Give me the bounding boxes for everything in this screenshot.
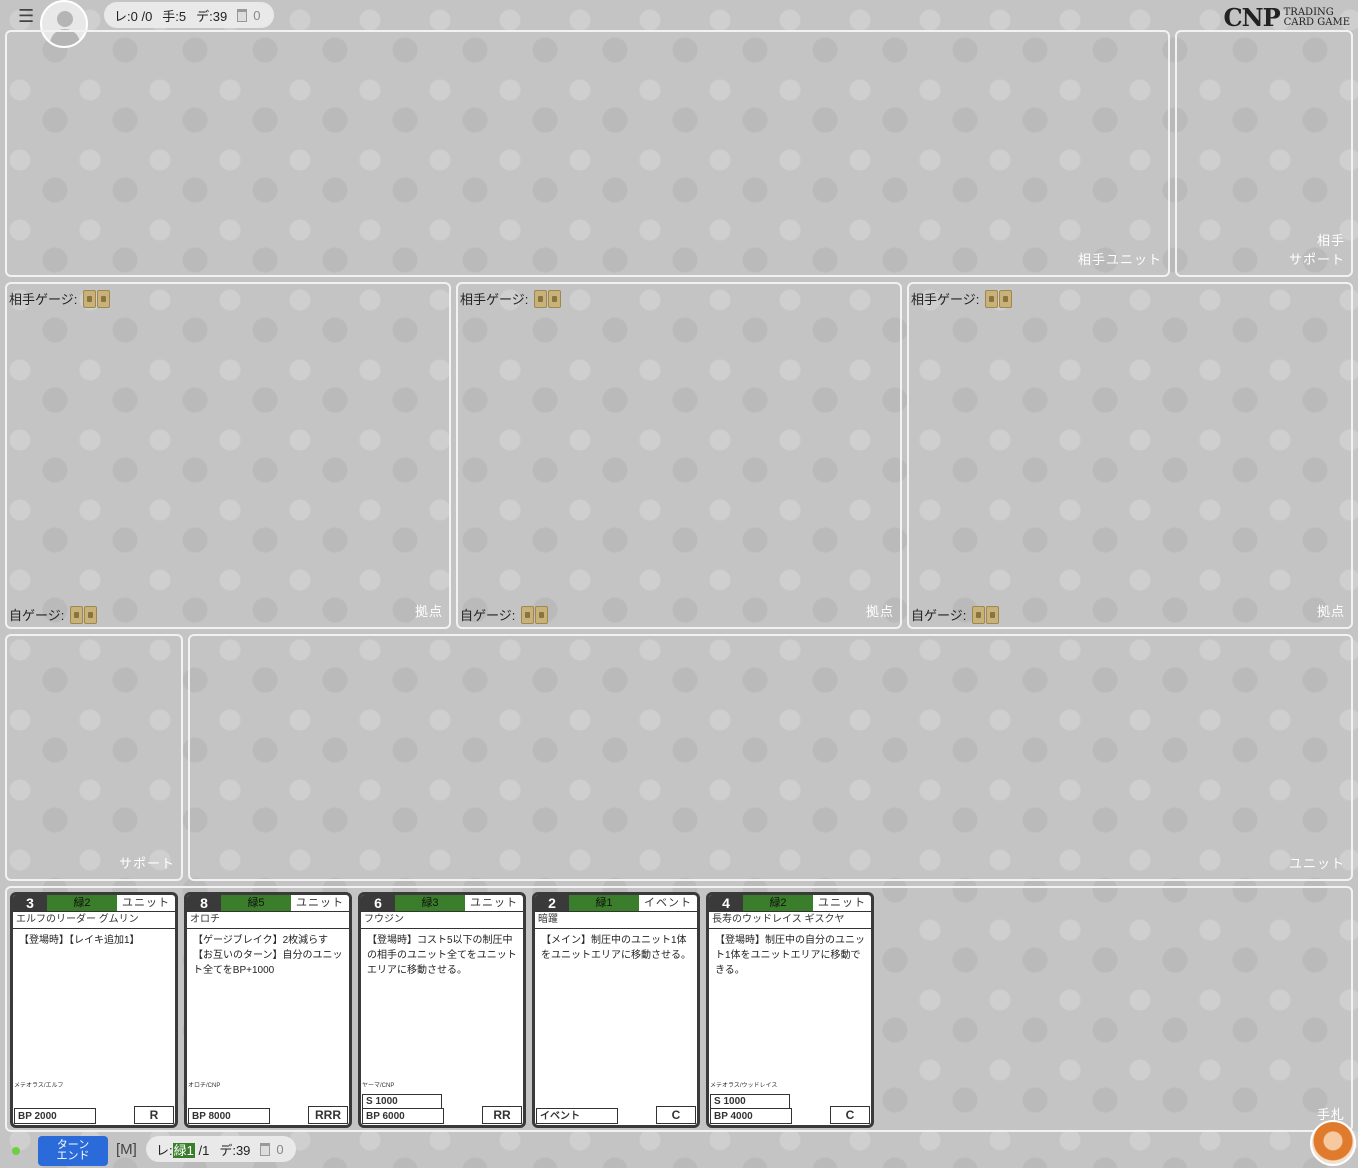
player-status: レ:緑1 /1 デ:39 0 xyxy=(146,1136,296,1162)
card-rarity: RR xyxy=(482,1106,522,1124)
opponent-trash-count: 0 xyxy=(253,7,261,23)
card-type: ユニット xyxy=(470,897,518,909)
gauge-card-icon xyxy=(83,289,97,308)
hand-card[interactable]: 8 緑5 ユニット オロチ 【ゲージブレイク】2枚減らす 【お互いのターン】自分のユ… xyxy=(184,892,352,1128)
gauge-card-icon xyxy=(521,605,535,624)
card-color: 緑2 xyxy=(47,895,117,911)
opponent-support-label: 相手 サポート xyxy=(1288,233,1345,267)
hand-card[interactable]: 4 緑2 ユニット 長寿のウッドレイス ギスクヤ 【登場時】制圧中の自分のユニット1… xyxy=(706,892,874,1128)
player-trash-count: 0 xyxy=(276,1141,284,1157)
card-bp: イベント xyxy=(536,1108,618,1124)
base-label-2: 拠点 xyxy=(865,604,894,619)
opponent-gauge-3: 相手ゲージ: xyxy=(911,289,1013,308)
card-bp: BP 6000 xyxy=(362,1108,444,1124)
connection-indicator xyxy=(12,1147,20,1155)
own-gauge-2: 自ゲージ: xyxy=(460,605,549,624)
hand-card[interactable]: 3 緑2 ユニット エルフのリーダー グムリン 【登場時】【レイキ追加1】 メテオラ… xyxy=(10,892,178,1128)
card-bp: BP 8000 xyxy=(188,1108,270,1124)
card-name: エルフのリーダー グムリン xyxy=(13,912,175,929)
gauge-card-icon xyxy=(97,289,111,308)
opponent-gauge-1: 相手ゲージ: xyxy=(9,289,111,308)
base-label-3: 拠点 xyxy=(1316,604,1345,619)
card-type: ユニット xyxy=(818,897,866,909)
hand-card[interactable]: 6 緑3 ユニット フウジン 【登場時】コスト5以下の制圧中の相手のユニット全てをユ… xyxy=(358,892,526,1128)
card-cost: 3 xyxy=(13,895,47,911)
opponent-level: レ:0 /0 xyxy=(114,8,153,24)
trash-icon xyxy=(237,8,248,22)
gauge-card-icon xyxy=(985,289,999,308)
base-zone-2[interactable]: 相手ゲージ: 自ゲージ: 拠点 xyxy=(456,282,902,629)
base-zone-3[interactable]: 相手ゲージ: 自ゲージ: 拠点 xyxy=(907,282,1353,629)
card-tribe: メテオラス/エルフ xyxy=(14,1083,64,1089)
card-name: 暗躍 xyxy=(535,912,697,929)
opponent-unit-zone[interactable]: 相手ユニット xyxy=(5,30,1170,277)
logo-main: CNP xyxy=(1223,3,1281,32)
card-text: 【登場時】制圧中の自分のユニット1体をユニットエリアに移動できる。 xyxy=(715,935,865,976)
card-name: 長寿のウッドレイス ギスクヤ xyxy=(709,912,871,929)
card-color: 緑1 xyxy=(569,895,639,911)
opponent-support-zone[interactable]: 相手 サポート xyxy=(1175,30,1353,277)
base-label-1: 拠点 xyxy=(414,604,443,619)
card-bp: BP 2000 xyxy=(14,1108,96,1124)
gauge-card-icon xyxy=(84,605,98,624)
card-cost: 6 xyxy=(361,895,395,911)
mode-indicator[interactable]: [M] xyxy=(116,1141,137,1158)
card-name: オロチ xyxy=(187,912,349,929)
card-tribe: メテオラス/ウッドレイス xyxy=(710,1083,778,1089)
card-text: 【ゲージブレイク】2枚減らす 【お互いのターン】自分のユニット全てをBP+100… xyxy=(193,935,343,976)
card-s: S 1000 xyxy=(362,1094,442,1109)
card-name: フウジン xyxy=(361,912,523,929)
opponent-status: レ:0 /0 手:5 デ:39 0 xyxy=(104,2,274,28)
opponent-trash[interactable]: 0 xyxy=(237,8,260,23)
card-tribe: ヤーマ/CNP xyxy=(362,1083,395,1089)
card-rarity: C xyxy=(656,1106,696,1124)
gauge-card-icon xyxy=(972,605,986,624)
opponent-deck-count: デ:39 xyxy=(196,8,228,24)
own-gauge-3: 自ゲージ: xyxy=(911,605,1000,624)
card-s: S 1000 xyxy=(710,1094,790,1109)
menu-icon[interactable]: ☰ xyxy=(18,6,34,27)
card-cost: 4 xyxy=(709,895,743,911)
player-trash[interactable]: 0 xyxy=(260,1141,284,1157)
card-text: 【メイン】制圧中のユニット1体をユニットエリアに移動させる。 xyxy=(541,935,691,961)
turn-end-button[interactable]: ターン エンド xyxy=(38,1136,108,1166)
card-type: イベント xyxy=(644,897,692,909)
support-label: サポート xyxy=(118,856,175,871)
gauge-card-icon xyxy=(548,289,562,308)
card-cost: 2 xyxy=(535,895,569,911)
player-deck-count: デ:39 xyxy=(219,1142,251,1158)
unit-label: ユニット xyxy=(1288,856,1345,871)
card-color: 緑3 xyxy=(395,895,465,911)
card-bp: BP 4000 xyxy=(710,1108,792,1124)
card-color: 緑5 xyxy=(221,895,291,911)
opponent-gauge-2: 相手ゲージ: xyxy=(460,289,562,308)
gauge-card-icon xyxy=(986,605,1000,624)
card-tribe: オロチ/CNP xyxy=(188,1083,221,1089)
gauge-card-icon xyxy=(999,289,1013,308)
card-rarity: RRR xyxy=(308,1106,348,1124)
logo-sub: TRADING CARD GAME xyxy=(1283,6,1350,28)
unit-zone[interactable]: ユニット xyxy=(188,634,1353,881)
base-zone-1[interactable]: 相手ゲージ: 自ゲージ: 拠点 xyxy=(5,282,451,629)
card-rarity: C xyxy=(830,1106,870,1124)
card-type: ユニット xyxy=(122,897,170,909)
card-rarity: R xyxy=(134,1106,174,1124)
hand-card[interactable]: 2 緑1 イベント 暗躍 【メイン】制圧中のユニット1体をユニットエリアに移動させる… xyxy=(532,892,700,1128)
card-color: 緑2 xyxy=(743,895,813,911)
card-type: ユニット xyxy=(296,897,344,909)
card-text: 【登場時】【レイキ追加1】 xyxy=(19,935,140,946)
support-zone[interactable]: サポート xyxy=(5,634,183,881)
player-level: レ:緑1 /1 xyxy=(156,1142,210,1158)
card-cost: 8 xyxy=(187,895,221,911)
gauge-card-icon xyxy=(70,605,84,624)
cnp-logo: CNP TRADING CARD GAME xyxy=(1224,3,1350,32)
gauge-card-icon xyxy=(534,289,548,308)
card-text: 【登場時】コスト5以下の制圧中の相手のユニット全てをユニットエリアに移動させる。 xyxy=(367,935,517,976)
partner-avatar[interactable] xyxy=(1310,1120,1356,1166)
opponent-unit-label: 相手ユニット xyxy=(1077,252,1162,267)
gauge-card-icon xyxy=(535,605,549,624)
opponent-hand-count: 手:5 xyxy=(162,8,187,24)
own-gauge-1: 自ゲージ: xyxy=(9,605,98,624)
trash-icon xyxy=(260,1142,271,1156)
